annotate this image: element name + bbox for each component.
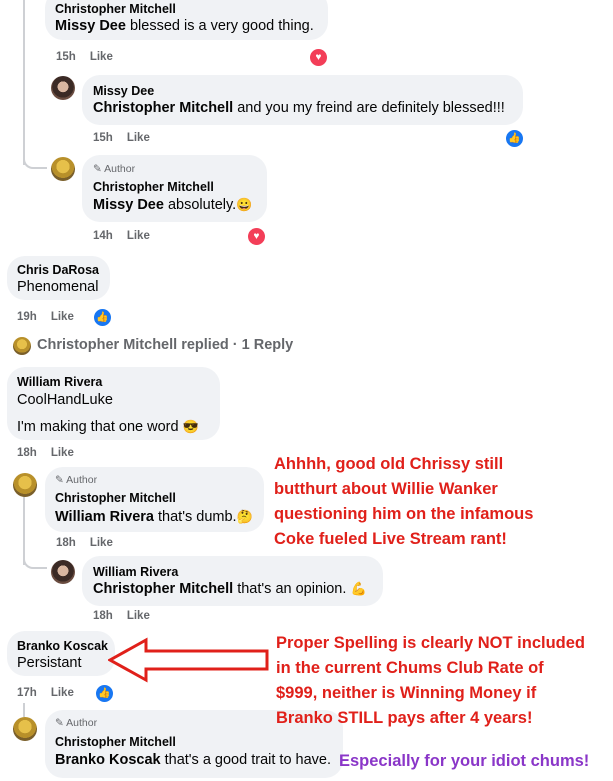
mention[interactable]: Missy Dee: [93, 197, 164, 213]
comment-meta: 18h Like: [93, 610, 150, 622]
avatar[interactable]: [13, 473, 37, 497]
pencil-icon: ✎: [55, 474, 64, 486]
annotation-text-1: Ahhhh, good old Chrissy still butthurt a…: [274, 455, 534, 548]
red-arrow-annotation: [108, 637, 269, 683]
author-badge: ✎ Author: [55, 717, 98, 729]
avatar[interactable]: [13, 717, 37, 741]
view-replies-link[interactable]: Christopher Mitchell replied · 1 Reply: [37, 337, 293, 353]
thread-line: [23, 0, 25, 165]
like-button[interactable]: Like: [127, 610, 150, 622]
heart-react-icon[interactable]: ♥: [308, 47, 329, 68]
annotation-text-3: Especially for your idiot chums!: [339, 752, 590, 770]
mention[interactable]: Christopher Mitchell: [93, 100, 233, 116]
comment-text: Branko Koscak that's a good trait to hav…: [55, 752, 332, 768]
comment-text: Christopher Mitchell and you my freind a…: [93, 100, 505, 116]
comment-text: Missy Dee absolutely.😀: [93, 197, 253, 213]
comment-author[interactable]: Missy Dee: [93, 84, 154, 98]
author-badge: ✎ Author: [55, 474, 98, 486]
thread-curve: [23, 555, 47, 569]
comment-text: CoolHandLuke: [17, 392, 113, 408]
thread-curve: [23, 155, 47, 169]
comment-author[interactable]: Branko Koscak: [17, 639, 108, 653]
avatar: [13, 337, 31, 355]
comment-meta: 15h Like: [93, 132, 150, 144]
mention[interactable]: Christopher Mitchell: [93, 581, 233, 597]
author-badge: ✎ Author: [93, 163, 136, 175]
thread-line: [23, 703, 25, 717]
emoji: 😀: [236, 197, 253, 212]
emoji: 🤔: [236, 509, 253, 524]
thumbs-up-react-icon[interactable]: 👍: [504, 128, 525, 149]
comment-meta: 14h Like: [93, 230, 150, 242]
comment-meta: 18h Like: [17, 447, 74, 459]
pencil-icon: ✎: [55, 717, 64, 729]
comment-meta: 15h Like: [56, 51, 113, 63]
like-button[interactable]: Like: [51, 311, 74, 323]
comment-author[interactable]: Christopher Mitchell: [55, 735, 176, 749]
comment-author[interactable]: William Rivera: [17, 375, 102, 389]
comment-author[interactable]: Chris DaRosa: [17, 263, 99, 277]
like-button[interactable]: Like: [127, 132, 150, 144]
mention[interactable]: William Rivera: [55, 509, 154, 525]
like-button[interactable]: Like: [51, 687, 74, 699]
thumbs-up-react-icon[interactable]: 👍: [92, 307, 113, 328]
comment-meta: 17h Like: [17, 687, 74, 699]
annotation-text-2: Proper Spelling is clearly NOT included …: [276, 634, 585, 727]
emoji: 💪: [350, 581, 367, 596]
comment-text: I'm making that one word 😎: [17, 419, 199, 435]
mention[interactable]: Missy Dee: [55, 18, 126, 34]
comment-text: Missy Dee blessed is a very good thing.: [55, 18, 314, 34]
mention[interactable]: Branko Koscak: [55, 752, 161, 768]
comment-text: Phenomenal: [17, 279, 99, 295]
comment-author[interactable]: Christopher Mitchell: [55, 2, 176, 16]
comment-text: Persistant: [17, 655, 82, 671]
emoji: 😎: [182, 419, 199, 434]
like-button[interactable]: Like: [90, 537, 113, 549]
avatar[interactable]: [51, 560, 75, 584]
like-button[interactable]: Like: [51, 447, 74, 459]
comment-author[interactable]: Christopher Mitchell: [55, 491, 176, 505]
comment-text: Christopher Mitchell that's an opinion. …: [93, 581, 367, 597]
comment-meta: 18h Like: [56, 537, 113, 549]
comment-text: William Rivera that's dumb.🤔: [55, 509, 253, 525]
comment-author[interactable]: Christopher Mitchell: [93, 180, 214, 194]
pencil-icon: ✎: [93, 163, 102, 175]
heart-react-icon[interactable]: ♥: [246, 226, 267, 247]
avatar[interactable]: [51, 157, 75, 181]
comment-meta: 19h Like: [17, 311, 74, 323]
comment-author[interactable]: William Rivera: [93, 565, 178, 579]
like-button[interactable]: Like: [90, 51, 113, 63]
thumbs-up-react-icon[interactable]: 👍: [94, 683, 115, 704]
avatar[interactable]: [51, 76, 75, 100]
like-button[interactable]: Like: [127, 230, 150, 242]
